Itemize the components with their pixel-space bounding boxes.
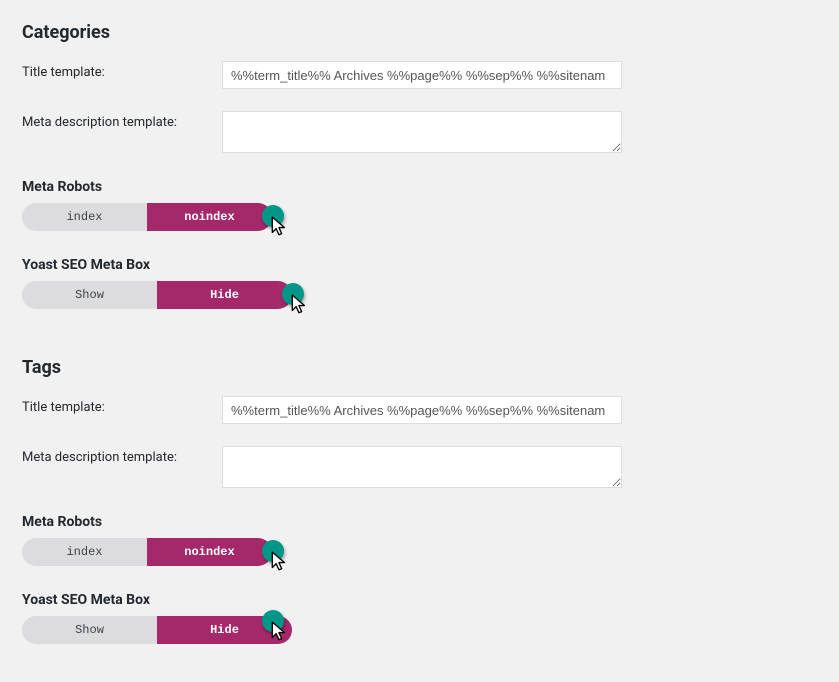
metabox-hide-option[interactable]: Hide [157, 281, 292, 309]
meta-robots-toggle-tags[interactable]: index noindex [22, 538, 272, 566]
highlight-marker-icon [282, 283, 304, 305]
meta-robots-heading: Meta Robots [22, 514, 817, 530]
metabox-heading: Yoast SEO Meta Box [22, 257, 817, 273]
highlight-marker-icon [262, 205, 284, 227]
meta-robots-block-tags: Meta Robots index noindex [22, 514, 817, 566]
metabox-show-option[interactable]: Show [22, 616, 157, 644]
meta-desc-textarea-tags[interactable] [222, 446, 622, 488]
meta-desc-row-categories: Meta description template: [22, 111, 817, 157]
title-template-input-tags[interactable] [222, 396, 622, 424]
meta-desc-row-tags: Meta description template: [22, 446, 817, 492]
metabox-block-categories: Yoast SEO Meta Box Show Hide [22, 257, 817, 309]
title-template-row-categories: Title template: [22, 61, 817, 89]
metabox-toggle-categories[interactable]: Show Hide [22, 281, 292, 309]
meta-desc-label: Meta description template: [22, 446, 222, 465]
meta-robots-index-option[interactable]: index [22, 203, 147, 231]
title-template-row-tags: Title template: [22, 396, 817, 424]
meta-desc-label: Meta description template: [22, 111, 222, 130]
metabox-toggle-tags[interactable]: Show Hide [22, 616, 292, 644]
meta-robots-noindex-option[interactable]: noindex [147, 538, 272, 566]
meta-robots-block-categories: Meta Robots index noindex [22, 179, 817, 231]
meta-robots-noindex-option[interactable]: noindex [147, 203, 272, 231]
metabox-heading: Yoast SEO Meta Box [22, 592, 817, 608]
meta-robots-index-option[interactable]: index [22, 538, 147, 566]
meta-robots-toggle-categories[interactable]: index noindex [22, 203, 272, 231]
metabox-show-option[interactable]: Show [22, 281, 157, 309]
metabox-block-tags: Yoast SEO Meta Box Show Hide [22, 592, 817, 644]
highlight-marker-icon [262, 610, 284, 632]
title-template-label: Title template: [22, 61, 222, 80]
meta-robots-heading: Meta Robots [22, 179, 817, 195]
highlight-marker-icon [262, 540, 284, 562]
title-template-label: Title template: [22, 396, 222, 415]
section-heading-categories: Categories [22, 22, 817, 43]
meta-desc-textarea-categories[interactable] [222, 111, 622, 153]
title-template-input-categories[interactable] [222, 61, 622, 89]
section-heading-tags: Tags [22, 357, 817, 378]
